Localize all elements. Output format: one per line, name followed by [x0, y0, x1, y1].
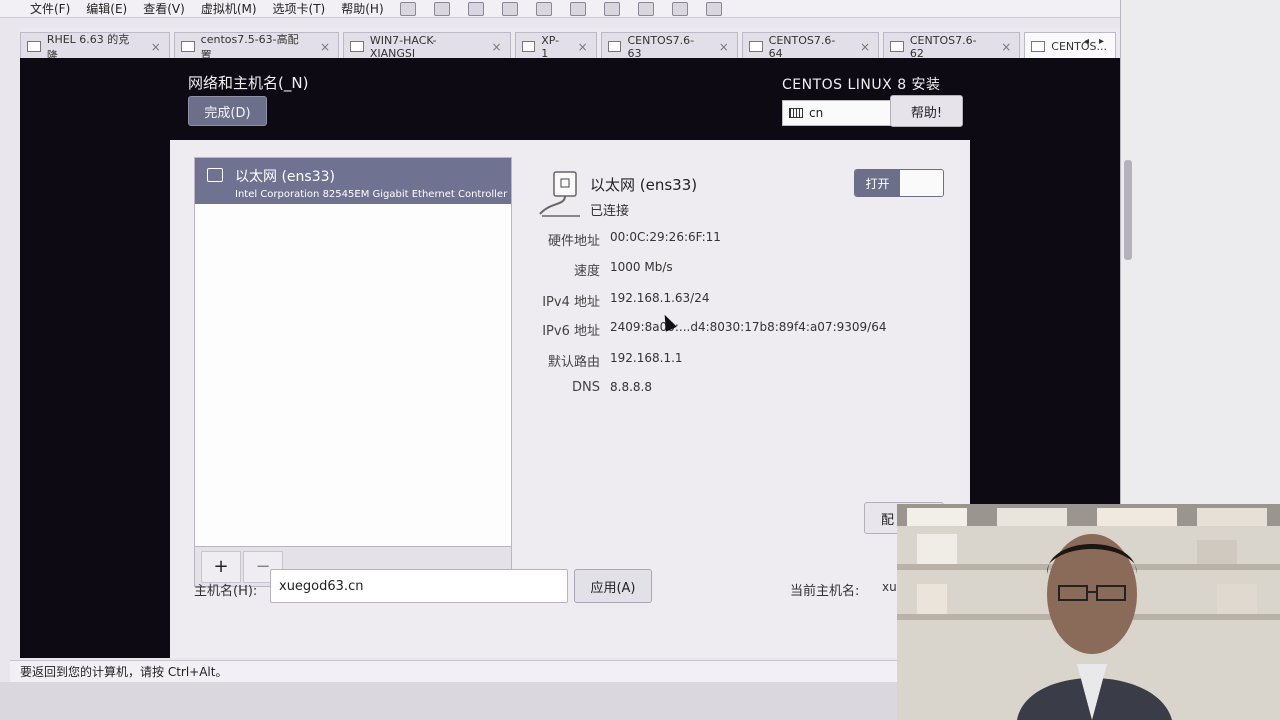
network-panel: 以太网 (ens33) Intel Corporation 82545EM Gi… — [170, 140, 970, 658]
webcam-overlay — [897, 504, 1280, 720]
revert-snapshot-icon[interactable] — [501, 1, 518, 16]
status-text: 要返回到您的计算机，请按 Ctrl+Alt。 — [20, 665, 228, 679]
close-icon[interactable]: × — [1001, 40, 1011, 54]
fullscreen-icon[interactable] — [637, 1, 654, 16]
tab-vm-4[interactable]: XP-1 × — [514, 32, 597, 60]
detail-device-name: 以太网 (ens33) — [590, 176, 698, 194]
keyboard-layout-label: cn — [809, 106, 824, 120]
menu-help[interactable]: 帮助(H) — [341, 0, 383, 17]
install-title: CENTOS LINUX 8 安装 — [782, 77, 941, 93]
snapshot-icon[interactable] — [467, 1, 484, 16]
field-value: 00:0C:29:26:6F:11 — [610, 230, 721, 244]
connection-status: 已连接 — [590, 204, 630, 219]
tab-vm-6[interactable]: CENTOS7.6-64 × — [741, 32, 880, 60]
thumbnail-icon[interactable] — [705, 1, 722, 16]
field-value: 8.8.8.8 — [610, 380, 652, 394]
console-view-icon[interactable] — [603, 1, 620, 16]
vm-icon — [350, 41, 364, 52]
device-name: 以太网 (ens33) — [235, 169, 335, 185]
tab-label: XP-1 — [541, 33, 560, 60]
vm-tab-strip: RHEL 6.63 的克隆 × centos7.5-63-高配置 × WIN7-HA… — [20, 28, 1120, 62]
ethernet-icon — [207, 168, 223, 182]
vm-icon — [521, 41, 536, 52]
close-icon[interactable]: × — [320, 40, 330, 54]
page-title: 网络和主机名(_N) — [188, 74, 309, 92]
vm-icon — [180, 41, 195, 52]
close-icon[interactable]: × — [491, 40, 501, 54]
tab-vm-2[interactable]: centos7.5-63-高配置 × — [173, 32, 340, 62]
menu-file[interactable]: 文件(F) — [30, 0, 70, 17]
connection-toggle[interactable]: 打开 — [854, 169, 944, 197]
tab-scroll-arrows-icon[interactable]: ◂▸ — [1084, 36, 1114, 47]
device-list: 以太网 (ens33) Intel Corporation 82545EM Gi… — [194, 157, 512, 547]
field-value: 192.168.1.63/24 — [610, 291, 710, 305]
keyboard-layout-indicator[interactable]: cn — [782, 100, 892, 126]
vm-icon — [1031, 41, 1046, 52]
help-button[interactable]: 帮助! — [890, 95, 963, 127]
vm-icon — [890, 41, 904, 52]
menu-tabs[interactable]: 选项卡(T) — [273, 0, 326, 17]
close-icon[interactable]: × — [578, 40, 588, 54]
presenter-video-icon — [897, 504, 1280, 720]
tab-label: CENTOS7.6-63 — [627, 33, 695, 60]
keyboard-icon — [789, 108, 803, 118]
tab-vm-3[interactable]: WIN7-HACK-XIANGSI × — [343, 32, 511, 60]
field-label: 速度 — [573, 264, 600, 279]
send-keys-icon[interactable] — [433, 1, 450, 16]
scrollbar-thumb[interactable] — [1124, 160, 1132, 260]
field-value: 1000 Mb/s — [610, 260, 673, 274]
apply-button[interactable]: 应用(A) — [574, 569, 652, 603]
close-icon[interactable]: × — [151, 40, 161, 54]
vmware-menubar: 文件(F) 编辑(E) 查看(V) 虚拟机(M) 选项卡(T) 帮助(H) — [0, 0, 1130, 18]
field-value: 2409:8a00:...d4:8030:17b8:89f4:a07:9309/… — [610, 320, 887, 334]
snapshot-manager-icon[interactable] — [535, 1, 552, 16]
unity-icon[interactable] — [671, 1, 688, 16]
close-icon[interactable]: × — [860, 40, 870, 54]
toggle-off-area — [900, 170, 943, 196]
add-device-button[interactable]: + — [201, 550, 241, 583]
field-label: 默认路由 — [547, 355, 600, 370]
menu-view[interactable]: 查看(V) — [143, 0, 185, 17]
ipv4-row: IPv4 地址 192.168.1.63/24 — [520, 291, 940, 311]
tab-label: WIN7-HACK-XIANGSI — [369, 33, 437, 60]
network-cable-icon — [539, 171, 580, 217]
field-label: IPv4 地址 — [542, 295, 600, 310]
window-bottom-edge — [0, 682, 900, 720]
pause-icon[interactable] — [399, 1, 416, 16]
hostname-input[interactable]: xuegod63.cn — [270, 569, 568, 603]
library-panel — [1120, 0, 1280, 505]
current-hostname-label: 当前主机名: — [790, 584, 860, 599]
field-value: 192.168.1.1 — [610, 351, 683, 365]
vm-icon — [27, 41, 41, 52]
tab-vm-1[interactable]: RHEL 6.63 的克隆 × — [20, 32, 170, 62]
vm-icon — [607, 41, 622, 52]
field-label: DNS — [572, 380, 600, 395]
hardware-address-row: 硬件地址 00:0C:29:26:6F:11 — [520, 230, 940, 250]
vm-icon — [748, 41, 763, 52]
device-list-item-ens33[interactable]: 以太网 (ens33) Intel Corporation 82545EM Gi… — [195, 158, 511, 204]
current-hostname-value: xu — [882, 580, 897, 594]
ipv6-row: IPv6 地址 2409:8a00:...d4:8030:17b8:89f4:a… — [520, 320, 940, 340]
field-label: IPv6 地址 — [542, 324, 600, 339]
toggle-on-label: 打开 — [855, 170, 900, 196]
field-label: 硬件地址 — [547, 234, 600, 249]
dns-row: DNS 8.8.8.8 — [520, 380, 940, 400]
tab-label: CENTOS7.6-62 — [909, 33, 977, 60]
done-button[interactable]: 完成(D) — [188, 96, 267, 126]
tab-vm-7[interactable]: CENTOS7.6-62 × — [883, 32, 1021, 60]
default-route-row: 默认路由 192.168.1.1 — [520, 351, 940, 371]
tab-label: CENTOS7.6-64 — [768, 33, 836, 60]
speed-row: 速度 1000 Mb/s — [520, 260, 940, 280]
sidebar-toggle-icon[interactable] — [569, 1, 586, 16]
menu-vm[interactable]: 虚拟机(M) — [201, 0, 257, 17]
tab-vm-5[interactable]: CENTOS7.6-63 × — [600, 32, 738, 60]
menu-edit[interactable]: 编辑(E) — [86, 0, 127, 17]
close-icon[interactable]: × — [719, 40, 729, 54]
hostname-label: 主机名(H): — [194, 584, 258, 599]
device-description: Intel Corporation 82545EM Gigabit Ethern… — [235, 189, 511, 200]
